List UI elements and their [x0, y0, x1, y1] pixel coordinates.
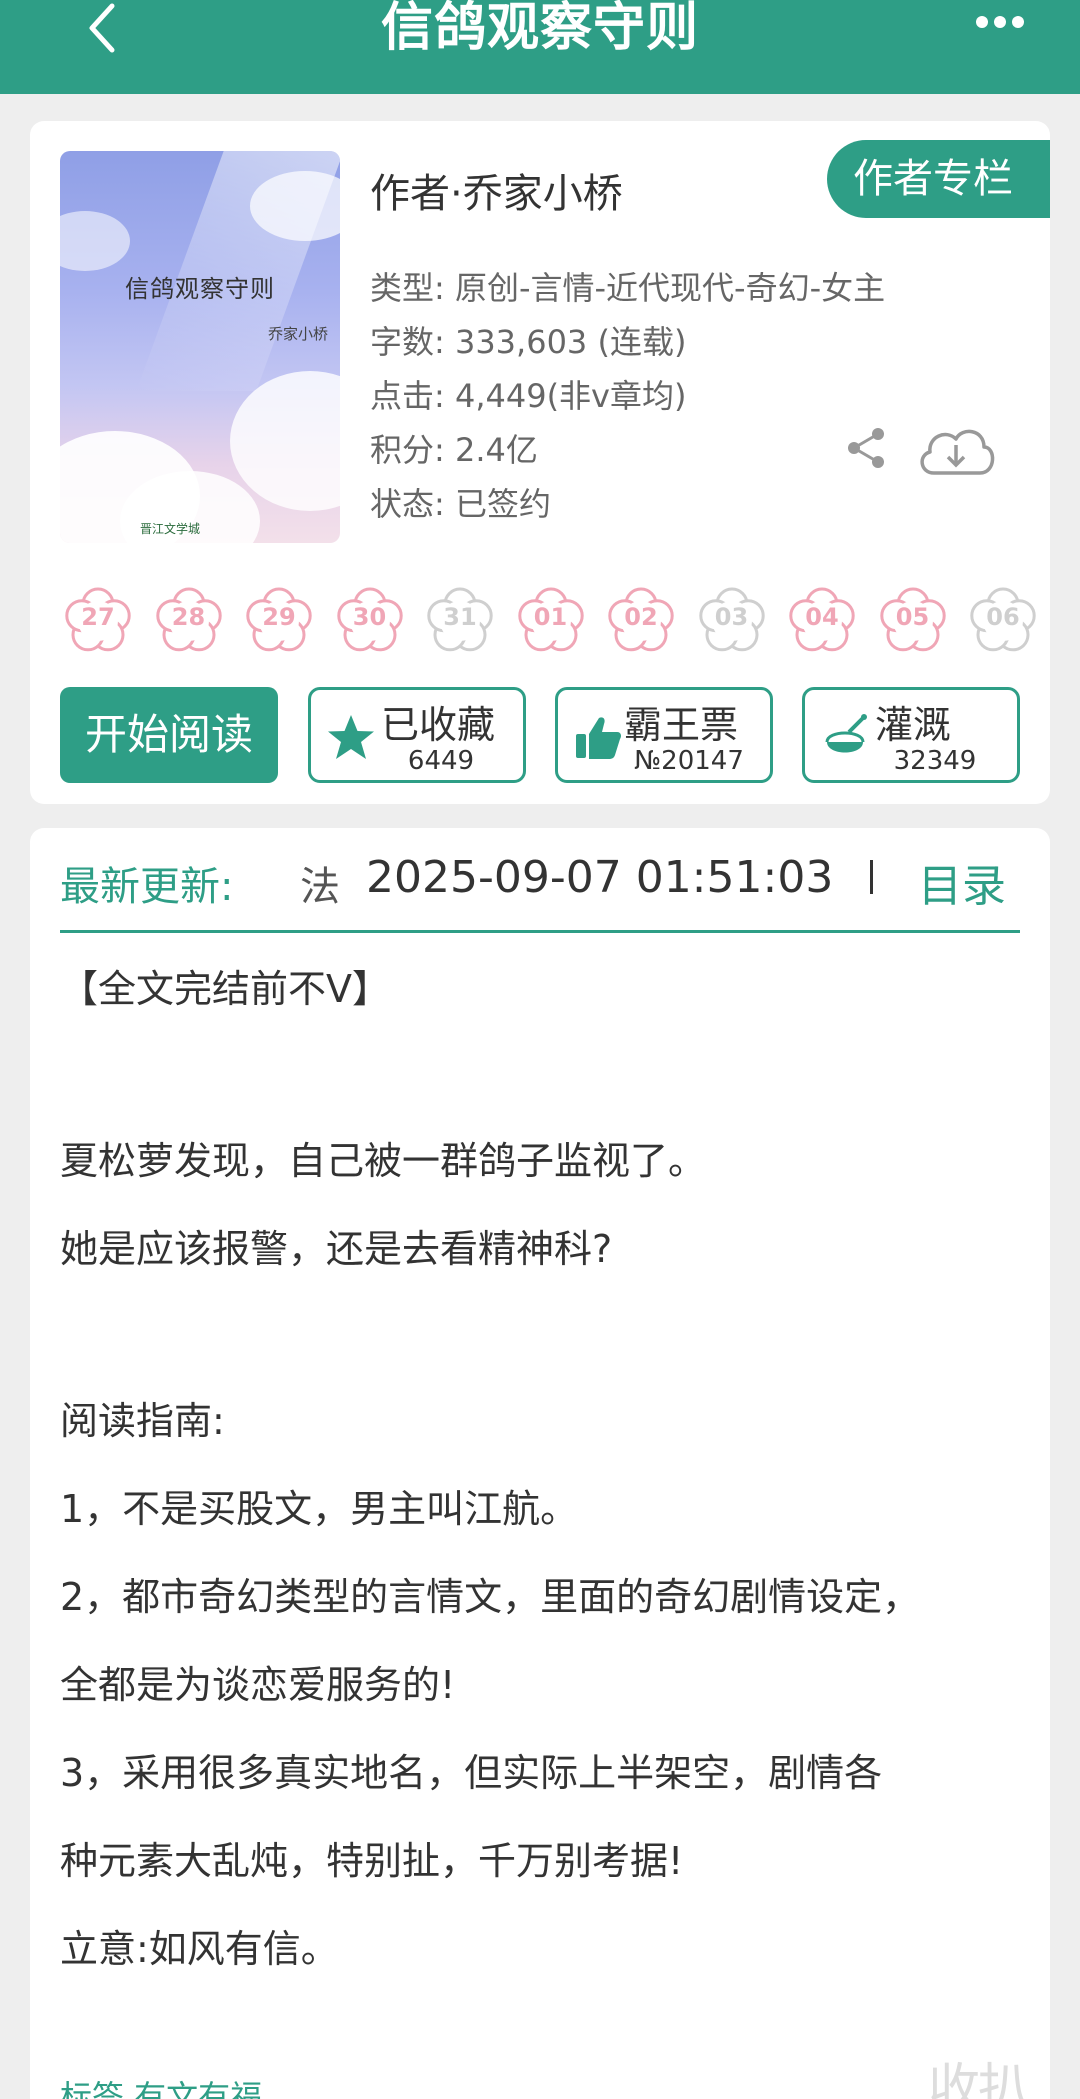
- cloud-download-icon[interactable]: [914, 419, 998, 481]
- calendar-day: 30: [332, 581, 408, 657]
- page-title: 信鸽观察守则: [380, 0, 699, 58]
- calendar-day-number: 01: [533, 603, 568, 631]
- calendar-day: 03: [694, 581, 770, 657]
- calendar-day-number: 06: [986, 603, 1020, 631]
- cover-title: 信鸽观察守则: [125, 275, 275, 303]
- tags-line: 标签 有文有福: [60, 2078, 263, 2099]
- calendar-day: 29: [241, 581, 317, 657]
- book-cover[interactable]: 信鸽观察守则 乔家小桥 晋江文学城: [60, 151, 340, 543]
- cover-author: 乔家小桥: [267, 325, 328, 343]
- latest-chapter-title[interactable]: 法: [300, 854, 340, 912]
- calendar-day: 01: [513, 581, 589, 657]
- table-of-contents-link[interactable]: 目录: [918, 850, 1006, 914]
- calendar-day-number: 30: [352, 603, 387, 631]
- bawang-count: №20147: [634, 746, 744, 776]
- calendar-day: 04: [784, 581, 860, 657]
- calendar-day-number: 03: [714, 603, 749, 631]
- summary-line: 1，不是买股文，男主叫江航。: [60, 1487, 579, 1531]
- calendar-day-number: 02: [624, 603, 658, 631]
- calendar-day-number: 04: [805, 603, 839, 631]
- favorite-count: 6449: [407, 746, 475, 776]
- favorite-label: 已收藏: [381, 703, 496, 747]
- irrigate-button[interactable]: 灌溉 32349: [802, 687, 1020, 783]
- divider: [870, 860, 873, 894]
- bawang-label: 霸王票: [624, 703, 739, 747]
- star-icon: [328, 715, 374, 759]
- irrigate-label: 灌溉: [875, 703, 952, 747]
- more-dots-icon: [976, 16, 1024, 28]
- divider-line: [60, 930, 1020, 933]
- top-bar: 信鸽观察守则: [0, 0, 1080, 94]
- author-column-button[interactable]: 作者专栏: [827, 140, 1050, 218]
- calendar-day-number: 31: [443, 603, 477, 631]
- summary-line: 3，采用很多真实地名，但实际上半架空，剧情各: [60, 1751, 883, 1795]
- calendar-day: 27: [60, 581, 136, 657]
- summary-line: 她是应该报警，还是去看精神科?: [60, 1227, 613, 1271]
- calendar-day-number: 28: [171, 603, 206, 631]
- book-word-count: 字数: 333,603 (连载): [370, 323, 687, 361]
- latest-update-time: 2025-09-07 01:51:03: [366, 852, 834, 903]
- summary-line: 种元素大乱炖，特别扯，千万别考据!: [60, 1839, 684, 1883]
- calendar-day-number: 29: [262, 603, 296, 631]
- book-status: 状态: 已签约: [370, 485, 551, 523]
- book-genre: 类型: 原创-言情-近代现代-奇幻-女主: [370, 269, 886, 307]
- thumbs-up-icon: [576, 717, 621, 759]
- summary-line: 夏松萝发现，自己被一群鸽子监视了。: [60, 1139, 707, 1183]
- calendar-day: 02: [603, 581, 679, 657]
- summary-line: 立意:如风有信。: [60, 1927, 339, 1971]
- calendar-day: 31: [422, 581, 498, 657]
- summary-line: 全都是为谈恋爱服务的!: [60, 1663, 456, 1707]
- author-name[interactable]: 作者·乔家小桥: [370, 161, 623, 219]
- calendar-day: 05: [875, 581, 951, 657]
- start-reading-button[interactable]: 开始阅读: [60, 687, 278, 783]
- calendar-day-number: 27: [81, 603, 115, 631]
- book-clicks: 点击: 4,449(非v章均): [370, 377, 687, 415]
- share-icon[interactable]: [842, 423, 892, 473]
- calendar-day: 06: [965, 581, 1041, 657]
- summary-line: 2，都市奇幻类型的言情文，里面的奇幻剧情设定，: [60, 1575, 921, 1619]
- bawang-ticket-button[interactable]: 霸王票 №20147: [555, 687, 773, 783]
- latest-update-label: 最新更新:: [60, 864, 234, 910]
- nutrient-bottle-icon: [825, 714, 867, 753]
- irrigate-count: 32349: [893, 746, 977, 776]
- book-info-card: 信鸽观察守则 乔家小桥 晋江文学城 作者·乔家小桥 作者专栏 类型: 原创-言情…: [30, 121, 1050, 804]
- summary-card: 最新更新: 法 2025-09-07 01:51:03 目录 【全文完结前不V】…: [30, 828, 1050, 2099]
- watermark: 收扒: [927, 2059, 1030, 2099]
- summary-line: 阅读指南:: [60, 1399, 225, 1443]
- cover-logo: 晋江文学城: [140, 522, 201, 536]
- favorite-button[interactable]: 已收藏 6449: [308, 687, 526, 783]
- summary-line: 【全文完结前不V】: [60, 967, 390, 1011]
- calendar-day-number: 05: [895, 603, 930, 631]
- book-points: 积分: 2.4亿: [370, 431, 538, 469]
- update-calendar: 27 28 29 30 31 01 02 03 04 05 06: [60, 581, 1050, 671]
- calendar-day: 28: [151, 581, 227, 657]
- more-button[interactable]: [970, 4, 1030, 44]
